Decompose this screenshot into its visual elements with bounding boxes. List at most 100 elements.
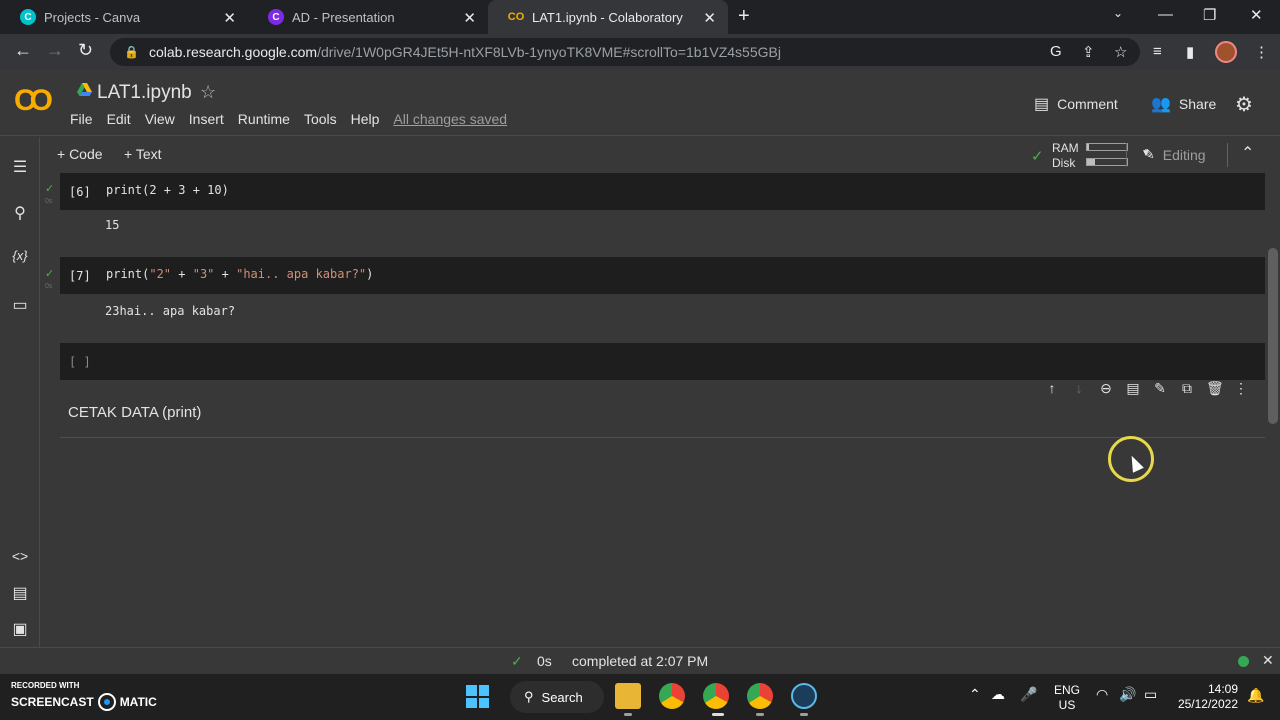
variables-icon[interactable]: {x} — [10, 248, 30, 263]
browser-menu-icon[interactable]: ⋮ — [1254, 43, 1269, 61]
ram-bar-fill — [1087, 144, 1089, 150]
editing-mode-button[interactable]: ✎ Editing — [1143, 146, 1206, 163]
share-button[interactable]: 👥 Share — [1151, 94, 1216, 114]
share-label: Share — [1178, 96, 1217, 112]
terminal-icon[interactable]: ▣ — [10, 619, 30, 639]
menu-runtime[interactable]: Runtime — [238, 111, 290, 127]
menu-view[interactable]: View — [145, 111, 175, 127]
chevron-up-icon[interactable]: ⌃ — [1241, 143, 1254, 163]
screencast-app-icon[interactable] — [791, 683, 817, 709]
menu-file[interactable]: File — [70, 111, 93, 127]
run-cell-button[interactable]: [ ] — [69, 355, 91, 369]
browser-tab-canva-projects[interactable]: C Projects - Canva ✕ — [0, 0, 248, 34]
restore-icon[interactable]: ❐ — [1203, 6, 1216, 24]
star-icon[interactable]: ☆ — [200, 82, 216, 103]
folder-icon[interactable]: ▭ — [10, 295, 30, 315]
close-icon[interactable]: ✕ — [223, 9, 236, 27]
browser-tab-ad-presentation[interactable]: C AD - Presentation ✕ — [248, 0, 488, 34]
scrollbar[interactable] — [1268, 248, 1278, 424]
table-of-contents-icon[interactable]: ☰ — [10, 157, 30, 177]
add-code-button[interactable]: + Code — [57, 146, 103, 162]
pencil-icon: ✎ — [1143, 146, 1155, 162]
resource-monitor[interactable]: ✓ RAM Disk ▼ — [1031, 139, 1161, 171]
editing-label: Editing — [1162, 146, 1206, 163]
media-queue-icon[interactable]: ≡ — [1153, 43, 1162, 60]
divider — [1227, 143, 1228, 167]
disk-bar-fill — [1087, 159, 1095, 165]
notebook-area: ✓ 0s [6] print(2 + 3 + 10) 15 ✓ 0s [7] p… — [41, 173, 1266, 647]
menu-help[interactable]: Help — [351, 111, 380, 127]
code-source[interactable]: print(2 + 3 + 10) — [106, 183, 229, 197]
input-language[interactable]: ENG US — [1054, 683, 1080, 713]
colab-header: CO LAT1.ipynb ☆ File Edit View Insert Ru… — [0, 70, 1280, 136]
status-message[interactable]: completed at 2:07 PM — [572, 653, 708, 669]
taskbar-search[interactable]: ⚲ Search — [510, 681, 604, 713]
code-cell-empty[interactable]: [ ] — [60, 343, 1265, 380]
gear-icon[interactable]: ⚙ — [1235, 92, 1253, 117]
command-palette-icon[interactable]: ▤ — [10, 583, 30, 603]
notifications-icon[interactable]: 🔔 — [1247, 687, 1264, 704]
text-cell[interactable]: CETAK DATA (print) — [60, 394, 1265, 438]
execution-count[interactable]: [7] — [69, 269, 91, 283]
search-icon[interactable]: ⚲ — [10, 203, 30, 223]
profile-avatar[interactable] — [1215, 41, 1237, 63]
code-snippets-icon[interactable]: <> — [10, 548, 30, 564]
windows-start-icon[interactable] — [466, 685, 489, 708]
chrome-profile-icon[interactable] — [703, 683, 729, 709]
window-close-icon[interactable]: ✕ — [1250, 6, 1263, 24]
left-sidebar: ☰ ⚲ {x} ▭ <> ▤ ▣ — [0, 137, 40, 647]
address-bar[interactable]: 🔒 colab.research.google.com/drive/1W0pGR… — [110, 38, 1140, 66]
file-explorer-icon[interactable] — [615, 683, 641, 709]
code-cell[interactable]: [7] print("2" + "3" + "hai.. apa kabar?"… — [60, 257, 1265, 294]
add-text-button[interactable]: + Text — [124, 146, 162, 162]
menu-tools[interactable]: Tools — [304, 111, 337, 127]
screencast-logo-icon — [97, 693, 116, 711]
connected-check-icon: ✓ — [1031, 148, 1044, 165]
show-hidden-icons-icon[interactable]: ⌃ — [969, 686, 981, 703]
microphone-icon[interactable]: 🎤 — [1020, 686, 1037, 703]
string-literal: "hai.. apa kabar?" — [236, 267, 367, 281]
drive-icon[interactable] — [77, 83, 92, 97]
onedrive-icon[interactable]: ☁ — [991, 686, 1005, 703]
execution-count[interactable]: [6] — [69, 185, 91, 199]
notebook-title[interactable]: LAT1.ipynb — [97, 82, 192, 104]
colab-logo[interactable]: CO — [14, 84, 53, 118]
text-cell-content: CETAK DATA (print) — [68, 404, 202, 421]
reload-icon[interactable]: ↻ — [78, 40, 93, 61]
browser-toolbar: ← → ↻ 🔒 colab.research.google.com/drive/… — [0, 34, 1280, 70]
chrome-icon[interactable] — [659, 683, 685, 709]
close-icon[interactable]: ✕ — [463, 9, 476, 27]
cell-output: 15 — [105, 218, 120, 232]
close-icon[interactable]: ✕ — [1262, 652, 1274, 669]
run-success-icon: ✓ — [45, 183, 55, 195]
run-success-icon: ✓ — [45, 268, 55, 280]
side-panel-icon[interactable]: ▮ — [1186, 43, 1194, 61]
code-cell[interactable]: [6] print(2 + 3 + 10) — [60, 173, 1265, 210]
clock-date: 25/12/2022 — [1177, 697, 1238, 711]
clock[interactable]: 14:09 25/12/2022 — [1176, 682, 1238, 712]
back-icon[interactable]: ← — [14, 40, 32, 61]
close-icon[interactable]: ✕ — [703, 9, 716, 27]
wifi-icon[interactable]: ◠ — [1096, 686, 1108, 703]
battery-icon[interactable]: ▭ — [1144, 686, 1157, 703]
menu-insert[interactable]: Insert — [189, 111, 224, 127]
share-page-icon[interactable]: ⇪ — [1082, 43, 1095, 61]
volume-icon[interactable]: 🔊 — [1119, 686, 1136, 703]
code-token: + — [171, 267, 193, 281]
tab-search-icon[interactable]: ⌄ — [1113, 6, 1123, 20]
chrome-profile-icon[interactable] — [747, 683, 773, 709]
bookmark-star-icon[interactable]: ☆ — [1114, 43, 1127, 61]
forward-icon[interactable]: → — [46, 40, 64, 61]
google-icon[interactable]: G — [1050, 43, 1062, 60]
connection-status-dot — [1238, 656, 1249, 667]
save-status[interactable]: All changes saved — [393, 111, 507, 127]
browser-tab-colab[interactable]: CO LAT1.ipynb - Colaboratory ✕ — [488, 0, 728, 34]
menu-edit[interactable]: Edit — [107, 111, 131, 127]
cell-runtime: 0s — [45, 198, 53, 205]
comment-button[interactable]: ▤ Comment — [1034, 94, 1118, 114]
new-tab-icon[interactable]: + — [738, 5, 750, 28]
minimize-icon[interactable]: — — [1158, 6, 1173, 23]
status-bar: ✓ 0s completed at 2:07 PM ✕ — [0, 647, 1280, 674]
code-source[interactable]: print("2" + "3" + "hai.. apa kabar?") — [106, 267, 373, 281]
url-path: /drive/1W0pGR4JEt5H-ntXF8LVb-1ynyoTK8VME… — [317, 44, 781, 60]
